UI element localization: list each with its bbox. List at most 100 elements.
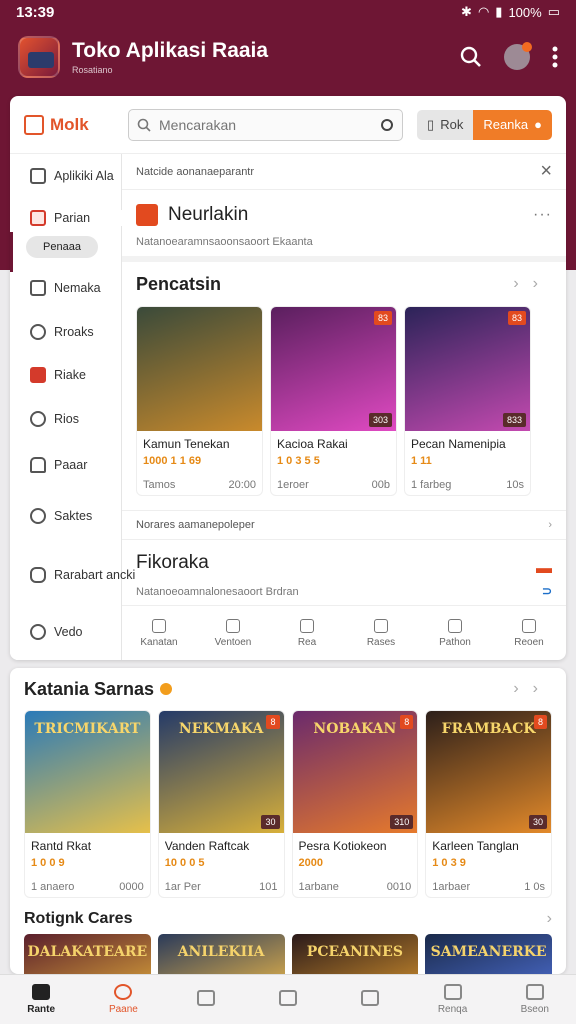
bottom-nav-item[interactable]: Renqa [411,975,493,1024]
pin-icon [448,618,462,633]
app-thumbnail: FRAMBACK 8 30 [426,711,551,833]
inner-nav-item[interactable]: Ventoen [196,606,270,660]
feature-banner-secondary[interactable]: Fikoraka Natanoeoamnalonesaoort Brdran ▬… [122,540,566,606]
bottom-nav-item[interactable]: Paane [82,975,164,1024]
brand[interactable]: Molk [24,114,128,135]
corner-tag: 8 [266,715,280,729]
sidebar-sub-chip[interactable]: Penaaa [26,236,98,258]
app-card[interactable]: TRICMIKART Rantd Rkat 1 0 0 9 1 anaero 0000 [24,710,151,898]
brand-name: Molk [50,114,89,134]
popular-panel: Katania Sarnas ›› TRICMIKART Rantd Rkat 1 … [10,668,566,974]
inner-nav-item[interactable]: Kanatan [122,606,196,660]
bluetooth-icon: ✱ [461,4,472,19]
chevron-right-icon[interactable]: › [547,910,552,928]
feature-title: Fikoraka [136,552,209,573]
art-title: NOBAKAN [313,721,397,737]
notice-text: Natcide aonanaeparantr [136,165,255,178]
sidebar-item-messages[interactable]: Rarabart ancki [10,567,135,583]
avatar[interactable] [504,42,532,70]
library-icon [278,989,297,1006]
home-icon [32,984,51,1000]
app-price: 1 0 3 9 [432,857,466,869]
app-thumbnail: 83 833 [405,307,530,431]
art-title: ANILEKIIA [177,944,265,960]
section-title: Rotignk Cares [24,910,133,927]
sidebar-item-mail[interactable]: Riake [10,367,122,383]
bottom-nav-item[interactable]: Bseon [494,975,576,1024]
app-name: Pecan Namenipia [411,437,506,451]
search-icon[interactable] [460,46,482,68]
register-button[interactable]: Reanka ● [473,109,552,140]
refresh-icon[interactable] [380,118,394,132]
login-button[interactable]: ▯ Rok [417,109,474,140]
app-price: 2000 [298,857,323,869]
app-card[interactable]: Kamun Tenekan 1000 1 1 69 Tamos 20:00 [136,306,263,496]
corner-tag: 83 [373,311,392,325]
signal-icon: ▮ [495,4,503,19]
rating-tag: 30 [528,815,547,829]
search-icon [137,118,151,132]
sidebar-item-chat[interactable]: Rios [10,411,122,427]
inner-nav-item[interactable]: Reoen [492,606,566,660]
app-thumbnail[interactable]: SAMEANERKE [425,934,552,974]
chevron-right-icon[interactable]: ›› [513,275,552,293]
app-card[interactable]: FRAMBACK 8 30 Karleen Tanglan 1 0 3 9 1arbaer… [425,710,552,898]
search-bar[interactable] [128,108,404,141]
store-logo-icon [24,114,44,135]
bottom-nav-item[interactable]: Rante [0,975,82,1024]
chevron-right-icon[interactable]: ›› [513,680,552,698]
clock-icon [443,984,462,1000]
sidebar-item-media[interactable]: Nemaka [10,280,122,296]
message-icon [30,567,46,583]
feature-banner[interactable]: Neurlakin Natanoearamnsaoonsaoort Ekaant… [122,190,566,262]
mail-icon [30,367,46,383]
art-title: FRAMBACK [441,721,536,737]
art-title: SAMEANERKE [430,944,547,960]
app-thumbnail[interactable]: ANILEKIIA [157,934,285,974]
sidebar-item-bag[interactable]: Paaar [10,457,122,473]
app-thumbnail: 83 303 [271,307,396,431]
more-vert-icon[interactable] [552,46,558,68]
app-meta-right: 00b [371,479,390,491]
wifi-icon: ◠ [477,4,490,19]
sidebar-item-settings[interactable]: Saktes [10,508,122,524]
bottom-nav-item[interactable] [329,975,411,1024]
sidebar-item-categories[interactable]: Parian [10,210,122,226]
sidebar-item-home[interactable]: Aplikiki Ala [10,168,122,184]
app-meta-left: 1 anaero [31,881,75,893]
inner-nav-item[interactable]: Pathon [418,606,492,660]
app-grid: Kamun Tenekan 1000 1 1 69 Tamos 20:00 83 303 K… [122,306,566,496]
app-thumbnail[interactable]: PCEANINES [291,934,419,974]
section-header: Rotignk Cares › [10,898,566,928]
status-time: 13:39 [16,3,55,21]
feature-icon [136,204,158,226]
app-price: 1000 1 1 69 [143,455,202,467]
app-name: Rantd Rkat [31,839,92,853]
sidebar-active-indicator [10,232,13,272]
close-icon[interactable]: × [540,160,552,183]
sidebar-item-recent[interactable]: Rroaks [10,324,122,340]
app-card[interactable]: NOBAKAN 8 310 Pesra Kotiokeon 2000 1arbane 001… [291,710,419,898]
bottom-nav-item[interactable] [247,975,329,1024]
inner-nav-item[interactable]: Rea [270,606,344,660]
more-horiz-icon[interactable]: ··· [533,206,552,224]
bottom-nav-label: Bseon [520,1004,549,1015]
art-title: DALAKATEARE [27,944,148,960]
inner-nav-item[interactable]: Rases [344,606,418,660]
app-thumbnail[interactable]: DALAKATEARE [24,934,151,974]
help-icon [30,624,46,640]
search-icon [114,984,133,1000]
corner-tag: 83 [507,311,526,325]
notice-bar-secondary[interactable]: Norares aamanepoleper › [122,510,566,540]
app-card[interactable]: 83 303 Kacioa Rakai 1 0 3 5 5 1eroer 00b [270,306,397,496]
sidebar-item-help[interactable]: Vedo [10,624,122,640]
search-input[interactable] [159,116,373,133]
bottom-nav-label: Rante [27,1004,56,1015]
feature-subtitle: Natanoearamnsaoonsaoort Ekaanta [136,236,313,248]
home-icon [30,168,46,184]
app-card[interactable]: 83 833 Pecan Namenipia 1 11 1 farbeg 10s [404,306,531,496]
app-card[interactable]: NEKMAKA 8 30 Vanden Raftcak 10 0 0 5 1ar Per 1… [157,710,285,898]
bottom-nav-item[interactable] [165,975,247,1024]
user-icon: ▯ [427,116,435,132]
game-grid: TRICMIKART Rantd Rkat 1 0 0 9 1 anaero 0000 N… [10,710,566,898]
